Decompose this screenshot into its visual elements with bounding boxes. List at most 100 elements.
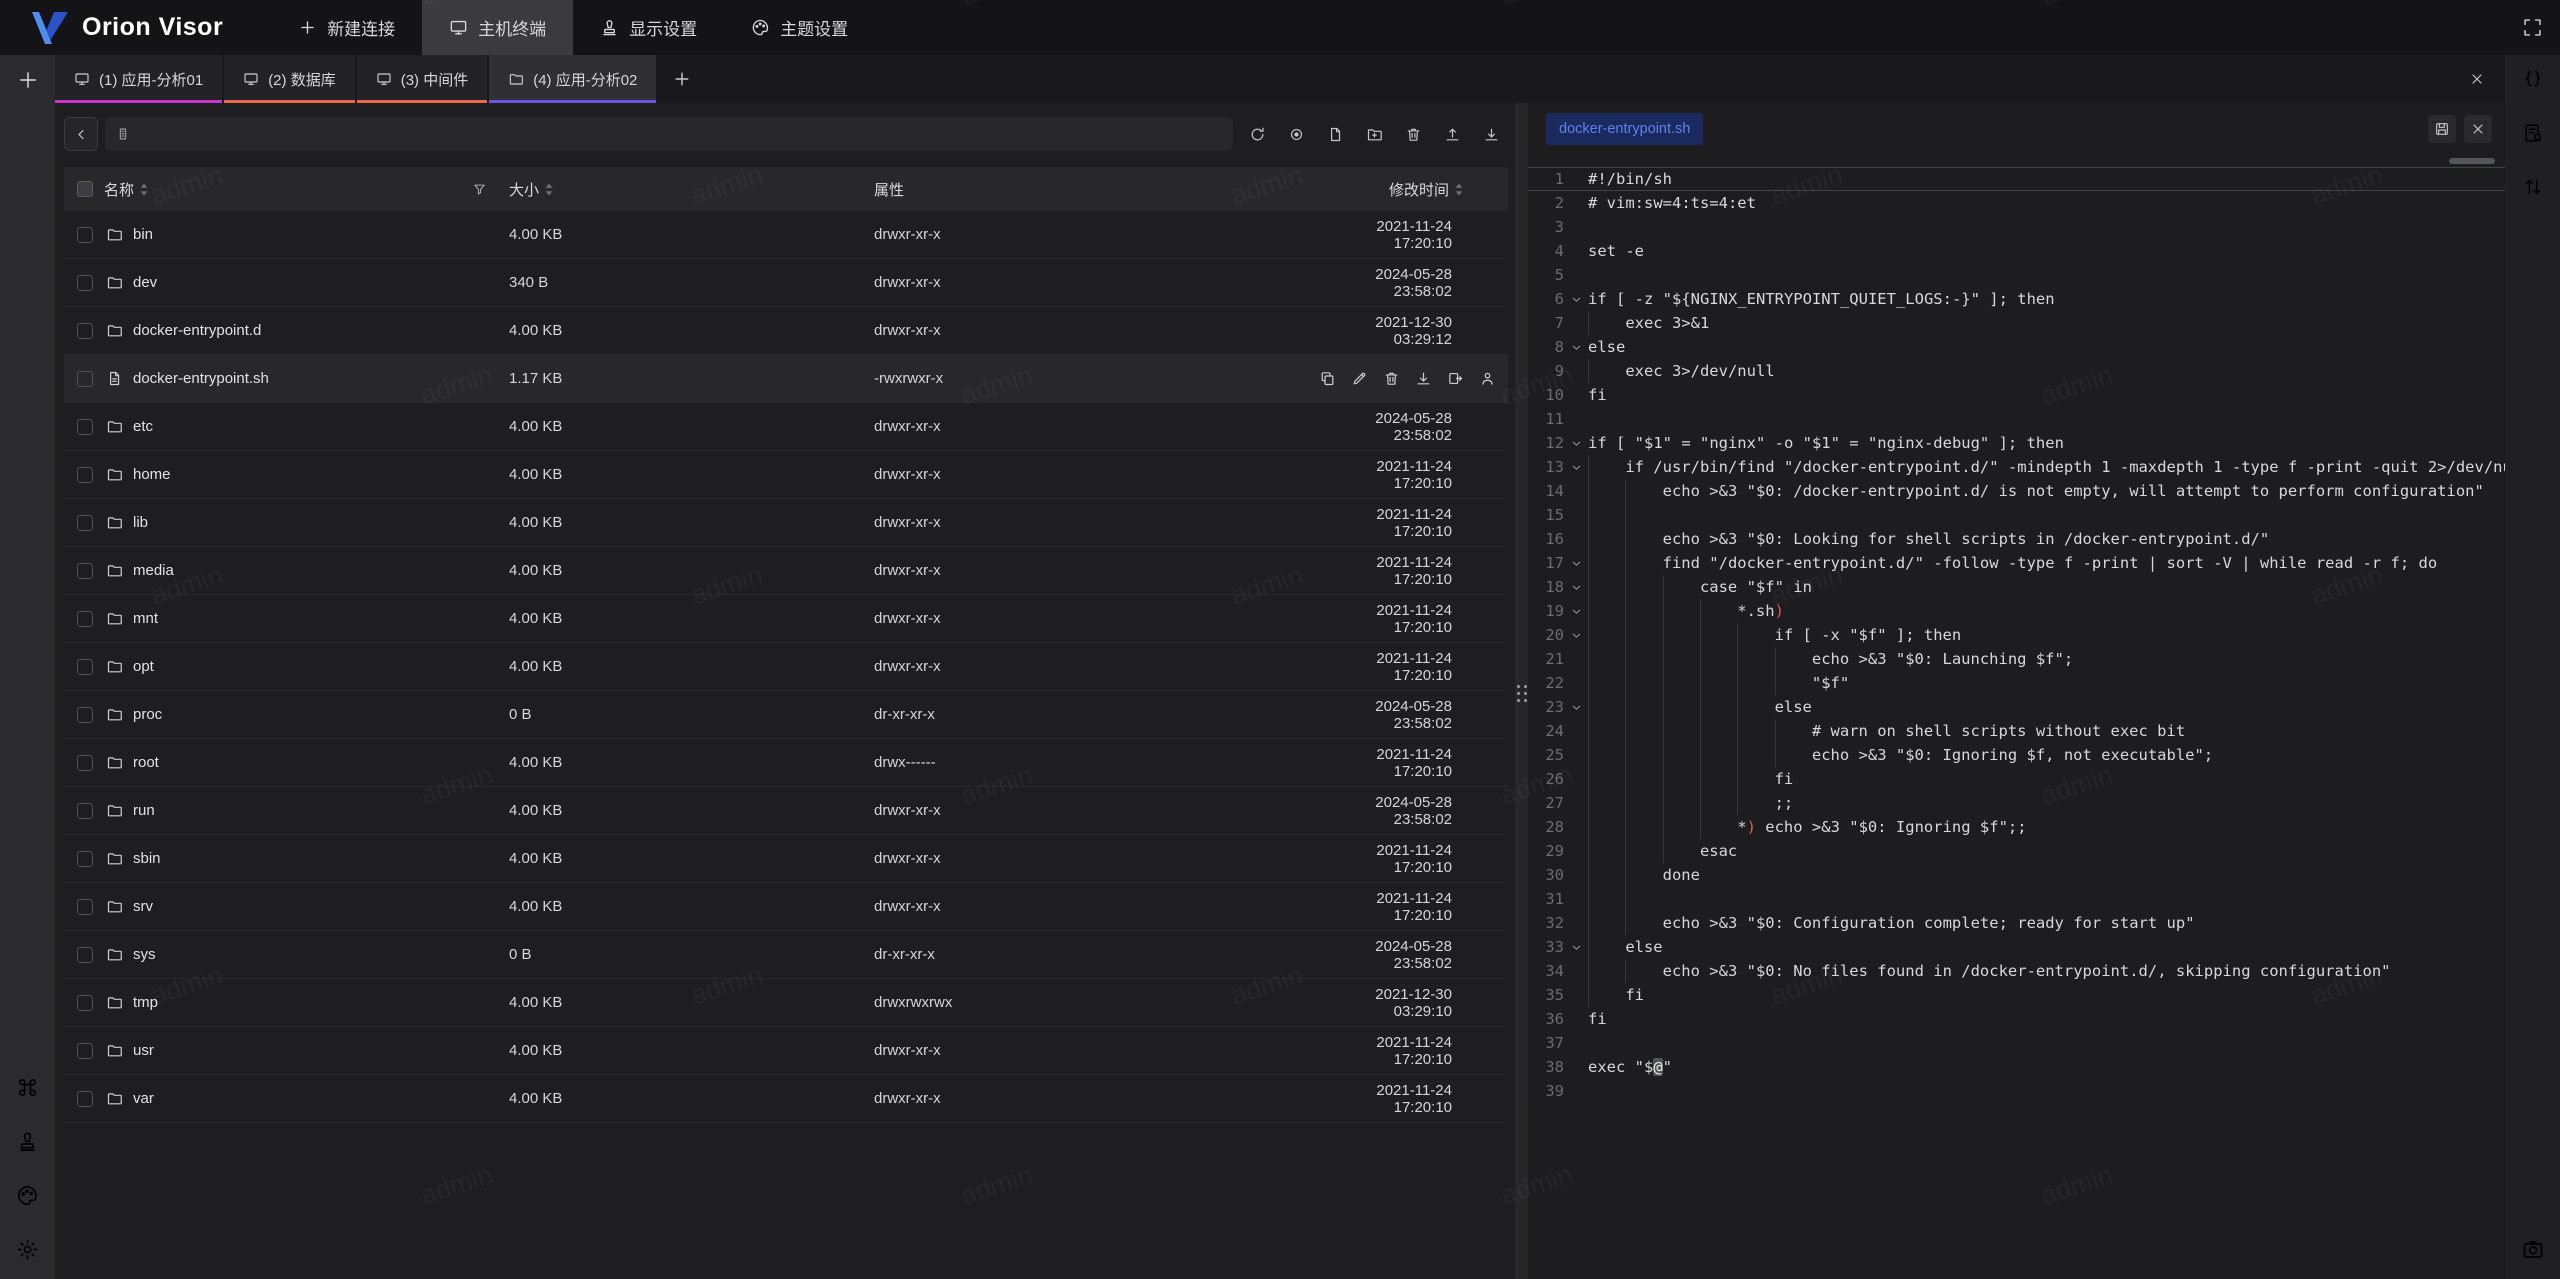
row-checkbox[interactable]: [77, 755, 93, 771]
close-button[interactable]: [2464, 115, 2492, 143]
file-row-bin[interactable]: bin4.00 KBdrwxr-xr-x2021-11-24 17:20:10: [64, 211, 1508, 259]
new-folder-button[interactable]: [1357, 117, 1391, 151]
chown-action-icon[interactable]: [1479, 370, 1496, 387]
file-row-docker-entrypoint.d[interactable]: docker-entrypoint.d4.00 KBdrwxr-xr-x2021…: [64, 307, 1508, 355]
stamp-icon[interactable]: [16, 1130, 39, 1153]
file-row-srv[interactable]: srv4.00 KBdrwxr-xr-x2021-11-24 17:20:10: [64, 883, 1508, 931]
code-editor[interactable]: 1#!/bin/sh2# vim:sw=4:ts=4:et34set -e56i…: [1528, 155, 2505, 1279]
file-name[interactable]: lib: [133, 514, 148, 531]
column-header-3[interactable]: 属性: [874, 179, 1314, 200]
nav-item-4[interactable]: 主题设置: [724, 0, 875, 55]
fullscreen-icon[interactable]: [2505, 0, 2560, 55]
fold-chevron-icon[interactable]: [1564, 455, 1588, 479]
file-row-sys[interactable]: sys0 Bdr-xr-xr-x2024-05-28 23:58:02: [64, 931, 1508, 979]
delete-button[interactable]: [1396, 117, 1430, 151]
column-header-4[interactable]: 修改时间: [1314, 179, 1508, 200]
row-checkbox[interactable]: [77, 371, 93, 387]
select-all-checkbox[interactable]: [77, 181, 93, 197]
path-input[interactable]: [139, 126, 1223, 142]
refresh-button[interactable]: [1240, 117, 1274, 151]
file-name[interactable]: proc: [133, 706, 162, 723]
back-button[interactable]: [64, 117, 98, 151]
file-row-dev[interactable]: dev340 Bdrwxr-xr-x2024-05-28 23:58:02: [64, 259, 1508, 307]
row-checkbox[interactable]: [77, 851, 93, 867]
filter-icon[interactable]: [472, 182, 487, 197]
file-name[interactable]: etc: [133, 418, 153, 435]
file-row-lib[interactable]: lib4.00 KBdrwxr-xr-x2021-11-24 17:20:10: [64, 499, 1508, 547]
add-tab-button[interactable]: [658, 55, 706, 103]
palette-icon[interactable]: [16, 1184, 39, 1207]
row-checkbox[interactable]: [77, 995, 93, 1011]
doc-bookmark-icon[interactable]: [2522, 122, 2544, 144]
fold-chevron-icon[interactable]: [1564, 575, 1588, 599]
save-button[interactable]: [2428, 115, 2456, 143]
file-row-media[interactable]: media4.00 KBdrwxr-xr-x2021-11-24 17:20:1…: [64, 547, 1508, 595]
editor-file-tab[interactable]: docker-entrypoint.sh: [1546, 113, 1703, 145]
file-name[interactable]: srv: [133, 898, 153, 915]
file-name[interactable]: bin: [133, 226, 153, 243]
row-checkbox[interactable]: [77, 659, 93, 675]
fold-chevron-icon[interactable]: [1564, 935, 1588, 959]
upload-button[interactable]: [1435, 117, 1469, 151]
fold-chevron-icon[interactable]: [1564, 335, 1588, 359]
file-name[interactable]: var: [133, 1090, 154, 1107]
file-name[interactable]: mnt: [133, 610, 158, 627]
row-checkbox[interactable]: [77, 419, 93, 435]
file-name[interactable]: usr: [133, 1042, 154, 1059]
row-checkbox[interactable]: [77, 707, 93, 723]
file-row-opt[interactable]: opt4.00 KBdrwxr-xr-x2021-11-24 17:20:10: [64, 643, 1508, 691]
file-name[interactable]: dev: [133, 274, 157, 291]
row-checkbox[interactable]: [77, 611, 93, 627]
row-checkbox[interactable]: [77, 1043, 93, 1059]
sort-caret-icon[interactable]: [1454, 182, 1464, 197]
panel-resize-handle[interactable]: [1515, 103, 1528, 1279]
braces-icon[interactable]: [2522, 68, 2544, 90]
file-row-docker-entrypoint.sh[interactable]: docker-entrypoint.sh1.17 KB-rwxrwxr-x: [64, 355, 1508, 403]
fold-chevron-icon[interactable]: [1564, 695, 1588, 719]
file-name[interactable]: sys: [133, 946, 156, 963]
download-action-icon[interactable]: [1415, 370, 1432, 387]
swap-vertical-icon[interactable]: [2522, 176, 2544, 198]
file-row-var[interactable]: var4.00 KBdrwxr-xr-x2021-11-24 17:20:10: [64, 1075, 1508, 1123]
file-row-root[interactable]: root4.00 KBdrwx------2021-11-24 17:20:10: [64, 739, 1508, 787]
row-checkbox[interactable]: [77, 947, 93, 963]
row-checkbox[interactable]: [77, 227, 93, 243]
add-connection-icon[interactable]: [16, 68, 40, 92]
eye-button[interactable]: [1279, 117, 1313, 151]
command-icon[interactable]: [16, 1076, 39, 1099]
sort-caret-icon[interactable]: [139, 182, 149, 197]
file-name[interactable]: tmp: [133, 994, 158, 1011]
terminal-tab-3[interactable]: (3) 中间件: [357, 55, 488, 103]
move-action-icon[interactable]: [1447, 370, 1464, 387]
file-name[interactable]: home: [133, 466, 171, 483]
row-checkbox[interactable]: [77, 515, 93, 531]
camera-icon[interactable]: [2521, 1237, 2545, 1261]
row-checkbox[interactable]: [77, 563, 93, 579]
download-button[interactable]: [1474, 117, 1508, 151]
row-checkbox[interactable]: [77, 1091, 93, 1107]
file-name[interactable]: docker-entrypoint.d: [133, 322, 261, 339]
fold-chevron-icon[interactable]: [1564, 623, 1588, 647]
close-icon[interactable]: [2469, 71, 2485, 87]
column-header-1[interactable]: 名称: [104, 179, 509, 200]
terminal-tab-2[interactable]: (2) 数据库: [224, 55, 355, 103]
file-row-home[interactable]: home4.00 KBdrwxr-xr-x2021-11-24 17:20:10: [64, 451, 1508, 499]
copy-action-icon[interactable]: [1319, 370, 1336, 387]
file-row-run[interactable]: run4.00 KBdrwxr-xr-x2024-05-28 23:58:02: [64, 787, 1508, 835]
edit-action-icon[interactable]: [1351, 370, 1368, 387]
file-name[interactable]: opt: [133, 658, 154, 675]
file-row-mnt[interactable]: mnt4.00 KBdrwxr-xr-x2021-11-24 17:20:10: [64, 595, 1508, 643]
row-checkbox[interactable]: [77, 275, 93, 291]
terminal-tab-1[interactable]: (1) 应用-分析01: [55, 55, 222, 103]
fold-chevron-icon[interactable]: [1564, 599, 1588, 623]
file-name[interactable]: docker-entrypoint.sh: [133, 370, 269, 387]
file-name[interactable]: sbin: [133, 850, 161, 867]
nav-item-1[interactable]: 新建连接: [271, 0, 422, 55]
nav-item-2[interactable]: 主机终端: [422, 0, 573, 55]
file-row-etc[interactable]: etc4.00 KBdrwxr-xr-x2024-05-28 23:58:02: [64, 403, 1508, 451]
file-name[interactable]: media: [133, 562, 174, 579]
file-name[interactable]: root: [133, 754, 159, 771]
gear-icon[interactable]: [16, 1238, 39, 1261]
row-checkbox[interactable]: [77, 467, 93, 483]
editor-scrollbar-thumb[interactable]: [2449, 158, 2495, 164]
